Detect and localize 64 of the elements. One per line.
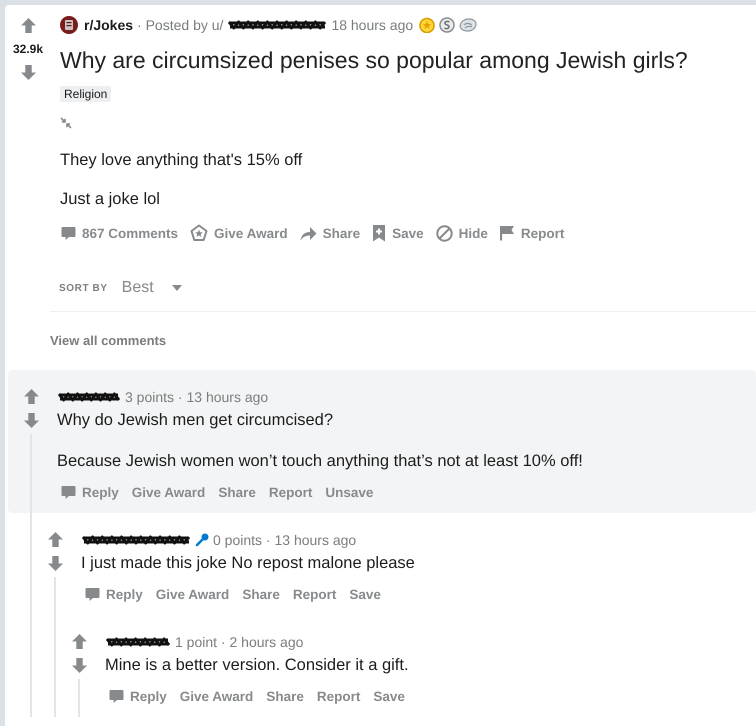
up-arrow-icon[interactable] (20, 18, 36, 33)
scribble-icon (105, 636, 171, 648)
subreddit-link[interactable]: r/Jokes (84, 17, 134, 33)
comment-meta: 1 point · 2 hours ago (175, 633, 304, 651)
comment-icon (109, 688, 124, 704)
slashed-circle-icon (436, 224, 453, 242)
posted-by-text: · Posted by u/ (137, 17, 224, 33)
post-time: 18 hours ago (331, 17, 414, 33)
down-arrow-icon[interactable] (72, 658, 86, 673)
comment-text: Mine is a better version. Consider it a gift. (105, 655, 410, 676)
comments-button[interactable]: 867 Comments (57, 219, 182, 247)
subreddit-icon[interactable] (60, 16, 78, 34)
share-button[interactable]: Share (262, 684, 308, 708)
down-arrow-icon[interactable] (48, 556, 62, 571)
comment-icon (61, 484, 76, 500)
hide-button[interactable]: Hide (432, 219, 492, 247)
comment-icon (85, 586, 100, 602)
share-button[interactable]: Share (214, 480, 260, 504)
comment-meta: 3 points · 13 hours ago (125, 388, 268, 406)
down-arrow-icon[interactable] (24, 413, 38, 428)
reply-button[interactable]: Reply (57, 480, 123, 504)
comment-text: Why do Jewish men get circumcised? (57, 410, 334, 431)
vote-count: 32.9k (12, 41, 44, 57)
save-button[interactable]: Save (345, 582, 385, 606)
reply-button[interactable]: Reply (81, 582, 147, 606)
flag-icon (500, 225, 515, 241)
unsave-button[interactable]: Unsave (321, 480, 378, 504)
award-icon (459, 17, 478, 33)
comment-meta: 0 points · 13 hours ago (213, 531, 356, 549)
coin-icon (439, 17, 456, 33)
share-icon (300, 226, 317, 240)
post-body-text: They love anything that's 15% off (60, 150, 304, 171)
sort-label: SORT BY (59, 282, 108, 294)
medal-icon (419, 17, 436, 33)
report-button[interactable]: Report (496, 219, 568, 247)
up-arrow-icon[interactable] (72, 634, 86, 649)
post-title: Why are circumsized penises so popular among Jewish girls? (60, 46, 689, 74)
report-button[interactable]: Report (312, 684, 364, 708)
comment-text: Because Jewish women won’t touch anything that’s not at least 10% off! (57, 451, 584, 472)
sort-dropdown[interactable]: Best (120, 279, 184, 297)
comment-icon (61, 226, 76, 240)
caret-icon (172, 285, 182, 291)
up-arrow-icon[interactable] (24, 389, 38, 404)
report-button[interactable]: Report (264, 480, 316, 504)
view-all-comments-link[interactable]: View all comments (50, 332, 166, 350)
bookmark-plus-icon (372, 224, 386, 242)
star-badge-icon (190, 224, 208, 242)
share-button[interactable]: Share (238, 582, 284, 606)
scribble-icon (57, 391, 121, 403)
share-button[interactable]: Share (296, 219, 364, 247)
up-arrow-icon[interactable] (48, 532, 62, 547)
save-button[interactable]: Save (369, 684, 409, 708)
give-award-button[interactable]: Give Award (176, 684, 258, 708)
comment-text: I just made this joke No repost malone please (81, 553, 416, 574)
save-button[interactable]: Save (368, 219, 428, 247)
give-award-button[interactable]: Give Award (186, 219, 292, 247)
post-body-text: Just a joke lol (60, 189, 161, 210)
flair-tag: Religion (60, 86, 112, 102)
down-arrow-icon[interactable] (20, 65, 36, 80)
report-button[interactable]: Report (288, 582, 340, 606)
collapse-icon[interactable] (60, 117, 72, 129)
reply-button[interactable]: Reply (105, 684, 171, 708)
give-award-button[interactable]: Give Award (128, 480, 210, 504)
give-award-button[interactable]: Give Award (152, 582, 234, 606)
